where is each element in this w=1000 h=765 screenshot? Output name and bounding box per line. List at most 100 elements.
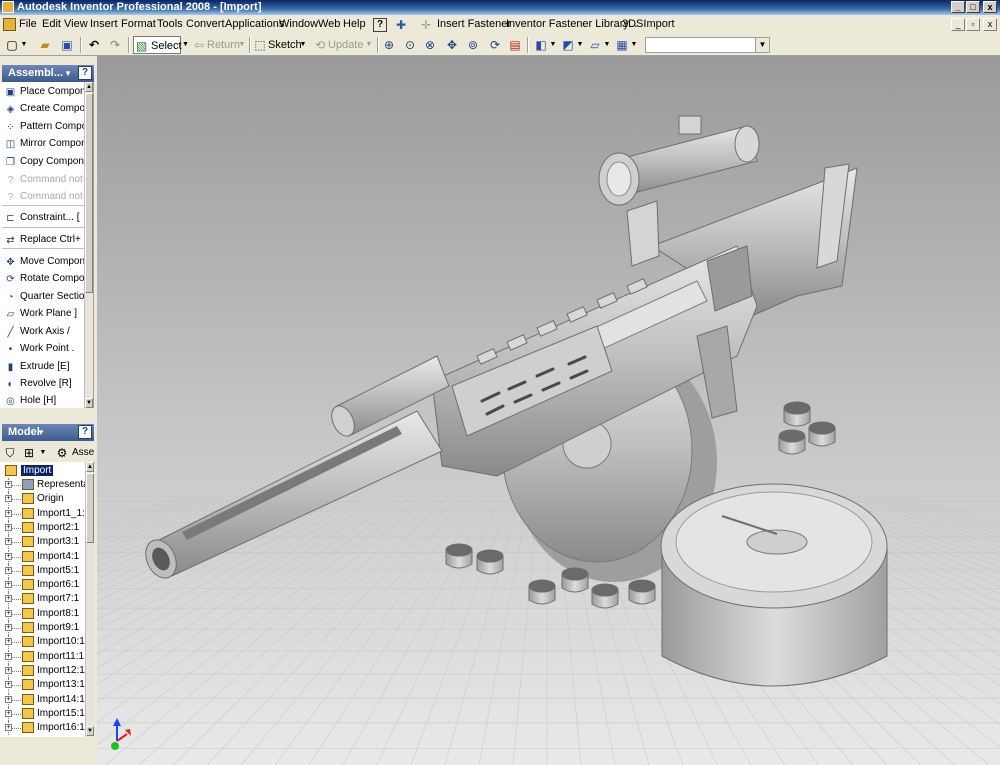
- panel-bar-header[interactable]: Assembl... ▼ ?: [2, 65, 94, 82]
- assembly-view-label[interactable]: Asse: [72, 447, 94, 458]
- mdi-close-button[interactable]: x: [983, 18, 997, 31]
- color-style-dropdown-arrow-icon[interactable]: ▼: [630, 36, 638, 54]
- 3dsimport-menu[interactable]: 3DSImport: [622, 18, 675, 30]
- menu-window[interactable]: Window: [279, 18, 318, 30]
- expand-icon[interactable]: +: [5, 624, 12, 631]
- browser-view-icon[interactable]: ⊞: [22, 444, 36, 462]
- panel-dropdown-arrow-icon[interactable]: ▼: [64, 65, 72, 82]
- scroll-up-icon[interactable]: ▲: [85, 82, 93, 92]
- select-button[interactable]: ▧ Select: [133, 36, 182, 54]
- command-replace[interactable]: ⇄ Replace Ctrl+: [2, 232, 92, 249]
- tree-node[interactable]: + Import4:1: [0, 549, 85, 564]
- rotate-icon[interactable]: ⟳: [487, 36, 503, 54]
- cartridge-ring[interactable]: [778, 429, 806, 455]
- expand-icon[interactable]: +: [5, 666, 12, 674]
- tree-node[interactable]: + Import1_1:: [0, 506, 85, 521]
- mdi-minimize-button[interactable]: _: [951, 18, 965, 31]
- tree-node[interactable]: + Import2:1: [0, 520, 85, 535]
- display-mode-icon[interactable]: ◧: [533, 36, 549, 54]
- minimize-button[interactable]: _: [951, 1, 965, 13]
- sketch-icon[interactable]: ⬚: [253, 36, 267, 54]
- menu-web[interactable]: Web: [318, 18, 340, 30]
- new-dropdown-arrow-icon[interactable]: ▼: [20, 36, 28, 54]
- browser-scroll-thumb[interactable]: [86, 473, 94, 543]
- browser-scroll-down-icon[interactable]: ▼: [86, 726, 94, 736]
- document-icon[interactable]: [3, 18, 16, 31]
- expand-icon[interactable]: +: [5, 609, 12, 617]
- tree-node[interactable]: + Import10:1: [0, 635, 85, 650]
- cartridge-ring[interactable]: [445, 543, 473, 569]
- panel-scrollbar[interactable]: ▲ ▼: [84, 82, 93, 408]
- menu-file[interactable]: File: [19, 18, 37, 30]
- expand-icon[interactable]: +: [5, 638, 12, 646]
- command-work-plane[interactable]: ▱ Work Plane ]: [2, 306, 92, 323]
- pan-icon[interactable]: ✥: [444, 36, 460, 54]
- command-quarter-section[interactable]: ◔ Quarter Section: [2, 289, 92, 306]
- save-icon[interactable]: ▣: [59, 36, 75, 54]
- menu-format[interactable]: Format: [121, 18, 156, 30]
- tree-node[interactable]: + Import12:1: [0, 663, 85, 678]
- command-move-component[interactable]: ✥ Move Componen: [2, 254, 92, 271]
- color-style-icon[interactable]: ▦: [614, 36, 630, 54]
- maximize-button[interactable]: □: [966, 1, 980, 13]
- browser-help-button[interactable]: ?: [78, 425, 92, 439]
- zoom-selected-icon[interactable]: ⊚: [465, 36, 481, 54]
- whats-this-help-icon[interactable]: ?: [373, 18, 387, 32]
- command-constraint[interactable]: ⊏ Constraint... [: [2, 210, 92, 227]
- camera-view-dropdown-arrow-icon[interactable]: ▼: [576, 36, 584, 54]
- cartridge-ring[interactable]: [808, 421, 836, 447]
- sketch-dropdown-arrow-icon[interactable]: ▼: [299, 36, 307, 54]
- menu-view[interactable]: View: [64, 18, 88, 30]
- undo-icon[interactable]: ↶: [86, 36, 102, 54]
- design-support-icon[interactable]: ✚: [393, 17, 409, 33]
- panel-help-button[interactable]: ?: [78, 66, 92, 80]
- expand-icon[interactable]: +: [5, 695, 12, 703]
- tree-root-node[interactable]: Import: [0, 464, 85, 478]
- expand-icon[interactable]: +: [5, 481, 12, 488]
- expand-icon[interactable]: +: [5, 495, 12, 503]
- open-file-icon[interactable]: ▰: [37, 36, 53, 54]
- command-place-component[interactable]: ▣ Place Componen: [2, 84, 92, 101]
- cartridge-ring[interactable]: [476, 549, 504, 575]
- cartridge-ring[interactable]: [628, 579, 656, 605]
- close-button[interactable]: x: [983, 1, 997, 13]
- zoom-all-icon[interactable]: ⊕: [381, 36, 397, 54]
- filter-icon[interactable]: ⛉: [3, 444, 17, 462]
- command-work-point[interactable]: • Work Point .: [2, 341, 92, 358]
- color-combo-box[interactable]: ▼: [645, 37, 770, 53]
- command-mirror-component[interactable]: ◫ Mirror Compone: [2, 136, 92, 153]
- expand-icon[interactable]: +: [5, 595, 12, 603]
- browser-scrollbar[interactable]: ▲ ▼: [85, 462, 94, 737]
- cartridge-ring[interactable]: [783, 401, 811, 427]
- assembly-view-icon[interactable]: ⚙: [55, 444, 69, 462]
- zoom-window-icon[interactable]: ⊙: [402, 36, 418, 54]
- tree-node[interactable]: + Import13:1: [0, 678, 85, 693]
- command-extrude[interactable]: ▮ Extrude [E]: [2, 359, 92, 376]
- expand-icon[interactable]: +: [5, 724, 12, 732]
- loose-drum-magazine[interactable]: [660, 483, 888, 687]
- command-rotate-component[interactable]: ⟳ Rotate Compon: [2, 271, 92, 288]
- tree-node[interactable]: + Import16:1: [0, 721, 85, 736]
- sketch-button[interactable]: Sketch: [268, 39, 302, 51]
- expand-icon[interactable]: +: [5, 509, 12, 517]
- browser-view-dropdown-arrow-icon[interactable]: ▼: [39, 444, 47, 462]
- expand-icon[interactable]: +: [5, 523, 12, 531]
- tree-node[interactable]: + Import5:1: [0, 563, 85, 578]
- tree-node[interactable]: + Import6:1: [0, 578, 85, 593]
- model-view[interactable]: [97, 56, 1000, 765]
- display-mode-dropdown-arrow-icon[interactable]: ▼: [549, 36, 557, 54]
- cartridge-ring[interactable]: [528, 579, 556, 605]
- tree-node[interactable]: + Origin: [0, 492, 85, 507]
- inventor-app-icon[interactable]: [2, 1, 14, 13]
- menu-edit[interactable]: Edit: [42, 18, 61, 30]
- tree-node[interactable]: + Representa: [0, 478, 85, 492]
- tree-node[interactable]: + Import9:1: [0, 621, 85, 635]
- cartridge-ring[interactable]: [561, 567, 589, 593]
- browser-dropdown-arrow-icon[interactable]: ▼: [37, 424, 45, 441]
- expand-icon[interactable]: +: [5, 652, 12, 660]
- command-revolve[interactable]: ◐ Revolve [R]: [2, 376, 92, 393]
- shadow-dropdown-arrow-icon[interactable]: ▼: [603, 36, 611, 54]
- command-work-axis[interactable]: ╱ Work Axis /: [2, 324, 92, 341]
- cartridge-ring[interactable]: [591, 583, 619, 609]
- tree-node[interactable]: + Import8:1: [0, 606, 85, 621]
